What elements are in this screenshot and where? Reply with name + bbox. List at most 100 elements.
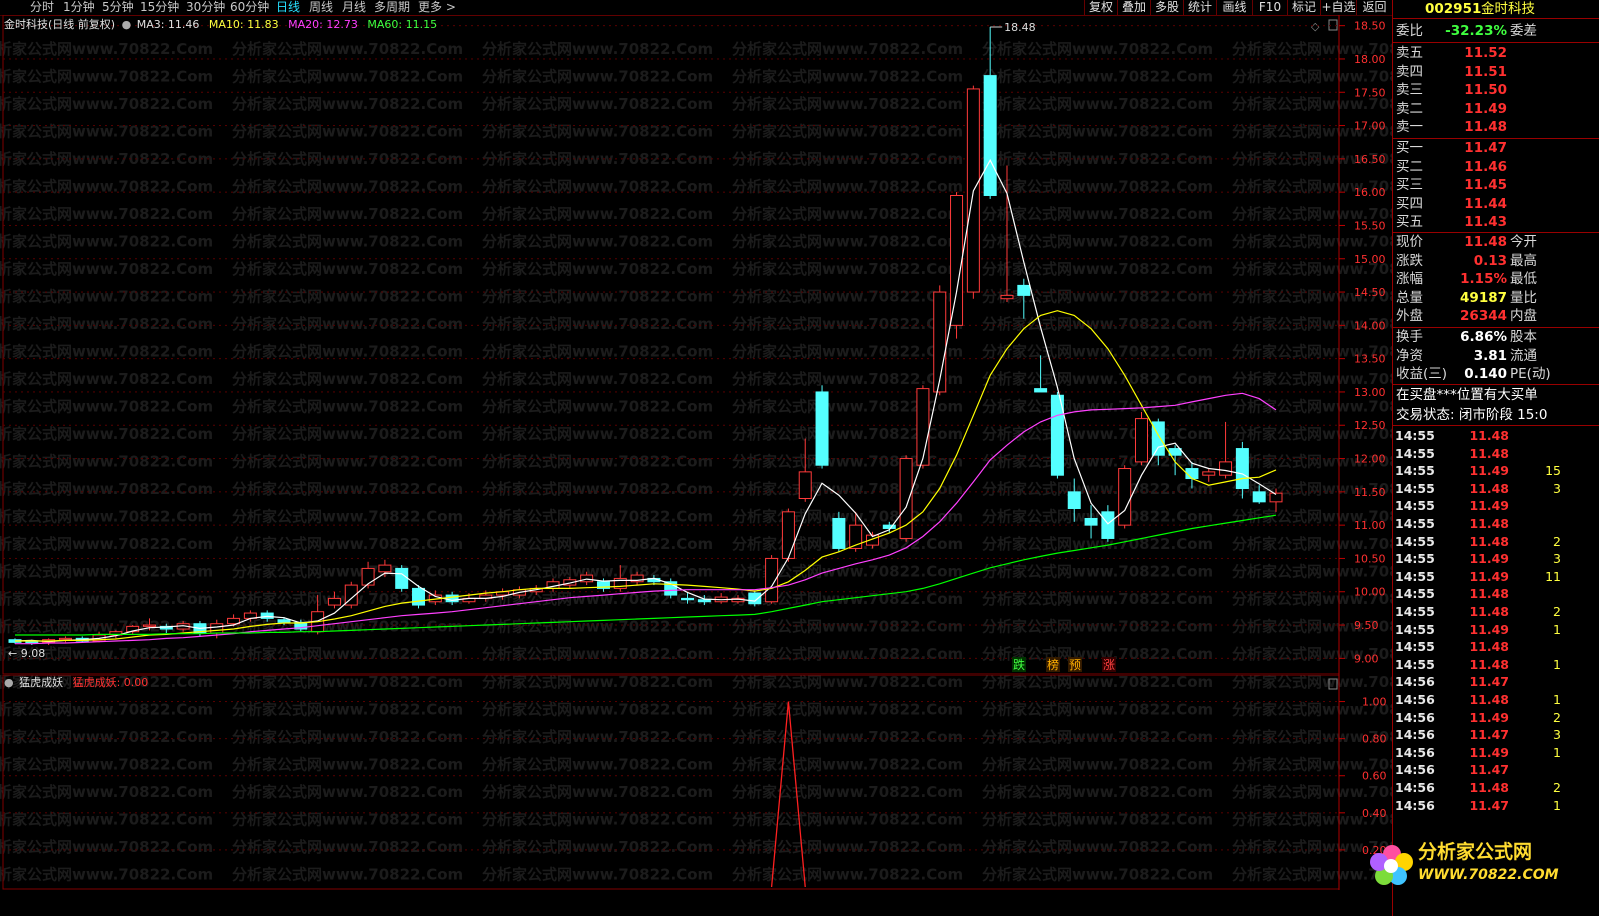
watermark-text: 分析家公式网www.70822.Com [732, 480, 963, 498]
watermark-text: 分析家公式网www.70822.Com [232, 370, 463, 388]
candle [395, 565, 409, 592]
tab-1[interactable]: 1分钟 [63, 0, 95, 15]
watermark-text: 分析家公式网www.70822.Com [0, 535, 213, 553]
watermark-text: 分析家公式网www.70822.Com [982, 811, 1213, 829]
watermark-text: 分析家公式网www.70822.Com [482, 288, 713, 306]
watermark-text: 分析家公式网www.70822.Com [0, 453, 213, 471]
y-tick-label: 17.50 [1354, 86, 1386, 99]
watermark-text: 分析家公式网www.70822.Com [982, 675, 1213, 691]
watermark-text: 分析家公式网www.70822.Com [732, 645, 963, 663]
watermark-text: 分析家公式网www.70822.Com [1232, 233, 1392, 251]
toolbar-button-6[interactable]: 标记 [1287, 0, 1320, 15]
watermark-text: 分析家公式网www.70822.Com [982, 95, 1213, 113]
watermark-text: 分析家公式网www.70822.Com [982, 480, 1213, 498]
y-tick-label: 13.00 [1354, 386, 1386, 399]
candle [664, 578, 678, 599]
watermark-text: 分析家公式网www.70822.Com [982, 590, 1213, 608]
toolbar-button-5[interactable]: F10 [1252, 0, 1287, 15]
toolbar-button-8[interactable]: 返回 [1356, 0, 1392, 15]
watermark-text: 分析家公式网www.70822.Com [732, 68, 963, 86]
diamond-icon[interactable]: ◇ [1311, 20, 1320, 33]
scroll-icon[interactable] [1328, 19, 1338, 31]
candle [899, 455, 913, 542]
watermark-text: 分析家公式网www.70822.Com [732, 370, 963, 388]
ma3-label: MA3: 11.46 [136, 18, 200, 31]
watermark-text: 分析家公式网www.70822.Com [232, 811, 463, 829]
tab-3[interactable]: 15分钟 [140, 0, 179, 15]
watermark-text: 分析家公式网www.70822.Com [232, 205, 463, 223]
watermark-text: 分析家公式网www.70822.Com [982, 701, 1213, 719]
toolbar-button-2[interactable]: 多股 [1150, 0, 1183, 15]
indicator-chart[interactable]: 分析家公式网www.70822.Com 分析家公式网www.70822.Com 分析… [0, 675, 1392, 890]
watermark-text: 分析家公式网www.70822.Com [232, 453, 463, 471]
toolbar-button-0[interactable]: 复权 [1084, 0, 1117, 15]
toolbar-button-4[interactable]: 画线 [1216, 0, 1252, 15]
toolbar-button-3[interactable]: 统计 [1183, 0, 1216, 15]
watermark-text: 分析家公式网www.70822.Com [482, 315, 713, 333]
watermark-text: 分析家公式网www.70822.Com [0, 590, 213, 608]
tab-2[interactable]: 5分钟 [102, 0, 134, 15]
watermark-text: 分析家公式网www.70822.Com [482, 645, 713, 663]
watermark-text: 分析家公式网www.70822.Com [232, 535, 463, 553]
y-tick-label: 18.00 [1354, 53, 1386, 66]
tab-7[interactable]: 周线 [309, 0, 333, 15]
watermark-text: 分析家公式网www.70822.Com [982, 68, 1213, 86]
tab-6[interactable]: 日线 [276, 0, 300, 15]
watermark-text: 分析家公式网www.70822.Com [482, 453, 713, 471]
watermark-text: 分析家公式网www.70822.Com [0, 288, 213, 306]
watermark-text: 分析家公式网www.70822.Com [482, 535, 713, 553]
watermark-text: 分析家公式网www.70822.Com [232, 95, 463, 113]
watermark-text: 分析家公式网www.70822.Com [232, 123, 463, 141]
watermark-text: 分析家公式网www.70822.Com [982, 783, 1213, 801]
toolbar-button-7[interactable]: +自选 [1320, 0, 1356, 15]
watermark-text: 分析家公式网www.70822.Com [482, 370, 713, 388]
watermark-text: 分析家公式网www.70822.Com [982, 756, 1213, 774]
max-price-label: 18.48 [1004, 21, 1036, 34]
watermark-text: 分析家公式网www.70822.Com [232, 315, 463, 333]
watermark-text: 分析家公式网www.70822.Com [732, 260, 963, 278]
tab-10[interactable]: 更多 > [418, 0, 456, 15]
watermark-text: 分析家公式网www.70822.Com [982, 728, 1213, 746]
settings-dot-icon[interactable]: ● [122, 18, 132, 31]
watermark-text: 分析家公式网www.70822.Com [732, 756, 963, 774]
watermark-text: 分析家公式网www.70822.Com [0, 866, 213, 884]
watermark-text: 分析家公式网www.70822.Com [232, 68, 463, 86]
watermark-text: 分析家公式网www.70822.Com [0, 260, 213, 278]
watermark-text: 分析家公式网www.70822.Com [0, 480, 213, 498]
watermark-text: 分析家公式网www.70822.Com [232, 728, 463, 746]
watermark-text: 分析家公式网www.70822.Com [232, 838, 463, 856]
tab-4[interactable]: 30分钟 [186, 0, 225, 15]
watermark-text: 分析家公式网www.70822.Com [732, 728, 963, 746]
watermark-text: 分析家公式网www.70822.Com [0, 315, 213, 333]
signal-text: 涨 [1103, 657, 1115, 672]
watermark-text: 分析家公式网www.70822.Com [982, 260, 1213, 278]
tab-9[interactable]: 多周期 [374, 0, 410, 15]
toolbar-button-1[interactable]: 叠加 [1117, 0, 1150, 15]
watermark-text: 分析家公式网www.70822.Com [1232, 783, 1392, 801]
watermark-text: 分析家公式网www.70822.Com [982, 205, 1213, 223]
watermark-text: 分析家公式网www.70822.Com [0, 728, 213, 746]
kline-chart[interactable]: 分析家公式网www.70822.Com 分析家公式网www.70822.Com 分析… [0, 15, 1392, 675]
watermark-text: 分析家公式网www.70822.Com [232, 288, 463, 306]
tab-8[interactable]: 月线 [342, 0, 366, 15]
kline-header: 金时科技(日线 前复权) ● MA3: 11.46 MA10: 11.83 MA… [4, 18, 437, 32]
y-tick-label: 16.00 [1354, 186, 1386, 199]
tab-0[interactable]: 分时 [30, 0, 54, 15]
watermark-text: 分析家公式网www.70822.Com [0, 178, 213, 196]
watermark-text: 分析家公式网www.70822.Com [0, 701, 213, 719]
watermark-text: 分析家公式网www.70822.Com [982, 288, 1213, 306]
candle [714, 593, 728, 604]
candle [748, 590, 762, 607]
watermark-text: 分析家公式网www.70822.Com [732, 783, 963, 801]
candle [1134, 411, 1148, 466]
y-tick-label: 14.50 [1354, 286, 1386, 299]
watermark-text: 分析家公式网www.70822.Com [232, 425, 463, 443]
watermark-text: 分析家公式网www.70822.Com [482, 866, 713, 884]
tab-5[interactable]: 60分钟 [230, 0, 269, 15]
watermark-text: 分析家公式网www.70822.Com [732, 535, 963, 553]
watermark-text: 分析家公式网www.70822.Com [982, 563, 1213, 581]
watermark-text: 分析家公式网www.70822.Com [732, 233, 963, 251]
watermark-text: 分析家公式网www.70822.Com [982, 315, 1213, 333]
watermark-text: 分析家公式网www.70822.Com [0, 40, 213, 58]
watermark-text: 分析家公式网www.70822.Com [482, 838, 713, 856]
